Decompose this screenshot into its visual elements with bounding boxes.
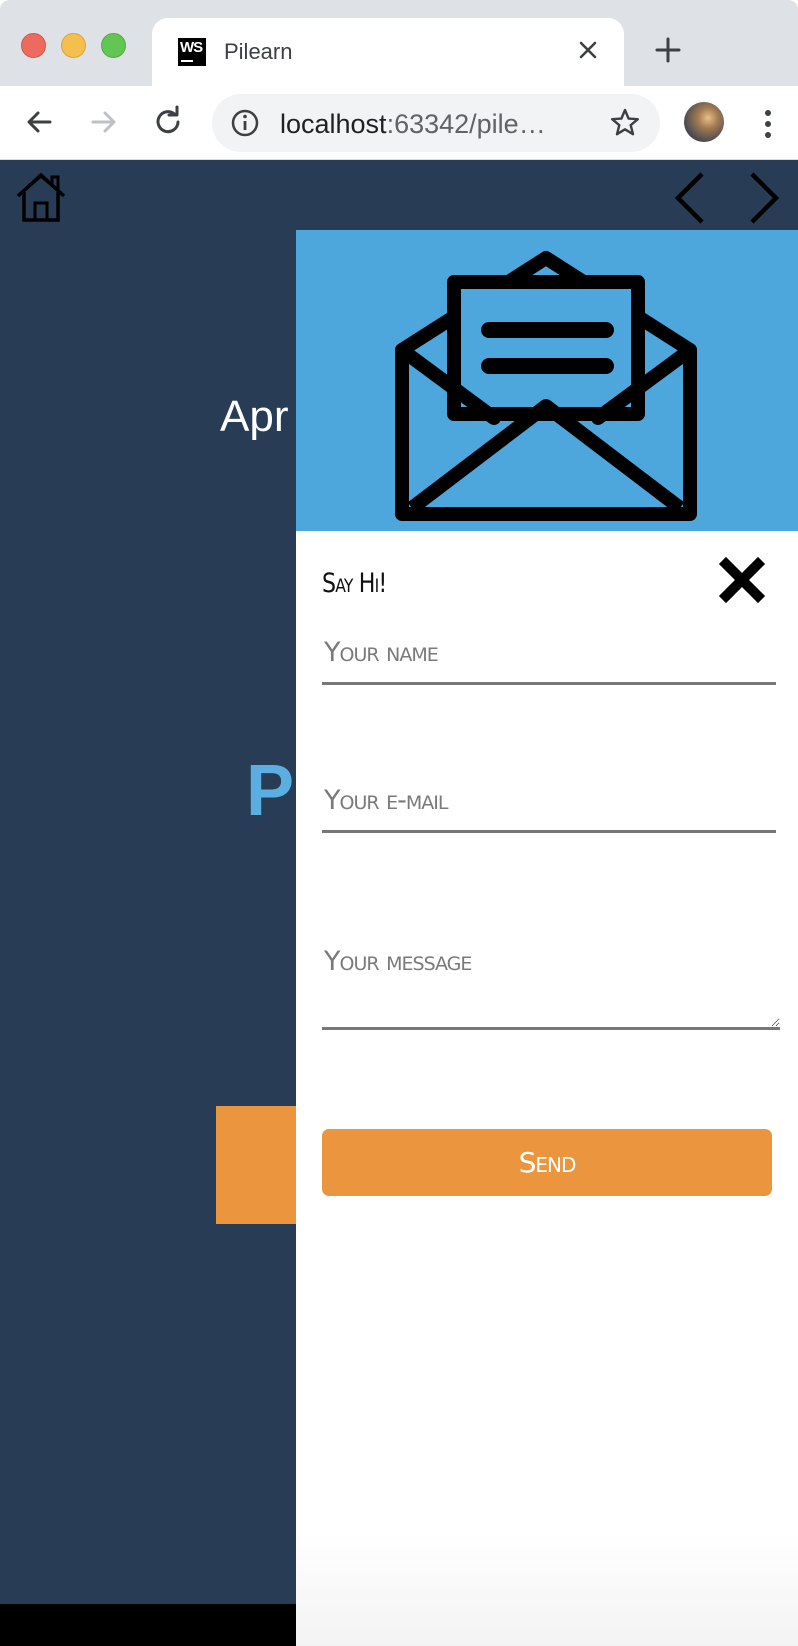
zoom-window-button[interactable] <box>101 33 126 58</box>
email-field[interactable] <box>322 778 776 833</box>
avatar[interactable] <box>684 102 724 142</box>
chevron-left-icon[interactable] <box>674 172 704 224</box>
tab-pilearn[interactable]: WS Pilearn <box>152 18 624 86</box>
more-vertical-icon[interactable] <box>756 104 780 144</box>
send-button[interactable]: Send <box>322 1129 772 1196</box>
url-text: localhost:63342/pile… <box>280 109 546 139</box>
slide-nav <box>672 170 788 226</box>
contact-panel: Say Hi! Send <box>296 230 798 1646</box>
hero-heading: Apr <box>220 392 289 441</box>
message-field[interactable] <box>322 946 780 1030</box>
arrow-left-icon[interactable] <box>20 102 60 142</box>
tab-title: Pilearn <box>224 39 293 64</box>
address-bar[interactable]: localhost:63342/pile… <box>212 94 660 152</box>
tab-strip: WS Pilearn <box>0 0 798 86</box>
name-field[interactable] <box>322 630 776 685</box>
contact-title: Say Hi! <box>322 568 387 599</box>
webstorm-favicon-icon: WS <box>178 38 206 66</box>
minimize-window-button[interactable] <box>61 33 86 58</box>
browser-window: WS Pilearn localhost:63342/pile… Apr P S… <box>0 0 798 1646</box>
plus-icon[interactable] <box>648 30 688 70</box>
close-x-icon[interactable] <box>718 556 766 604</box>
info-icon[interactable] <box>230 108 260 138</box>
close-icon[interactable] <box>570 32 606 68</box>
contact-panel-header <box>296 230 798 531</box>
page-viewport: Apr P Say Hi! Your name Your e-mail Your… <box>0 160 798 1646</box>
arrow-right-icon[interactable] <box>83 102 123 142</box>
home-icon[interactable] <box>14 170 68 224</box>
chevron-right-icon[interactable] <box>750 172 780 224</box>
envelope-open-icon <box>394 238 698 524</box>
reload-icon[interactable] <box>148 102 188 142</box>
star-icon[interactable] <box>608 106 642 140</box>
hero-title: P <box>246 751 295 831</box>
browser-toolbar: localhost:63342/pile… <box>0 86 798 160</box>
close-window-button[interactable] <box>21 33 46 58</box>
